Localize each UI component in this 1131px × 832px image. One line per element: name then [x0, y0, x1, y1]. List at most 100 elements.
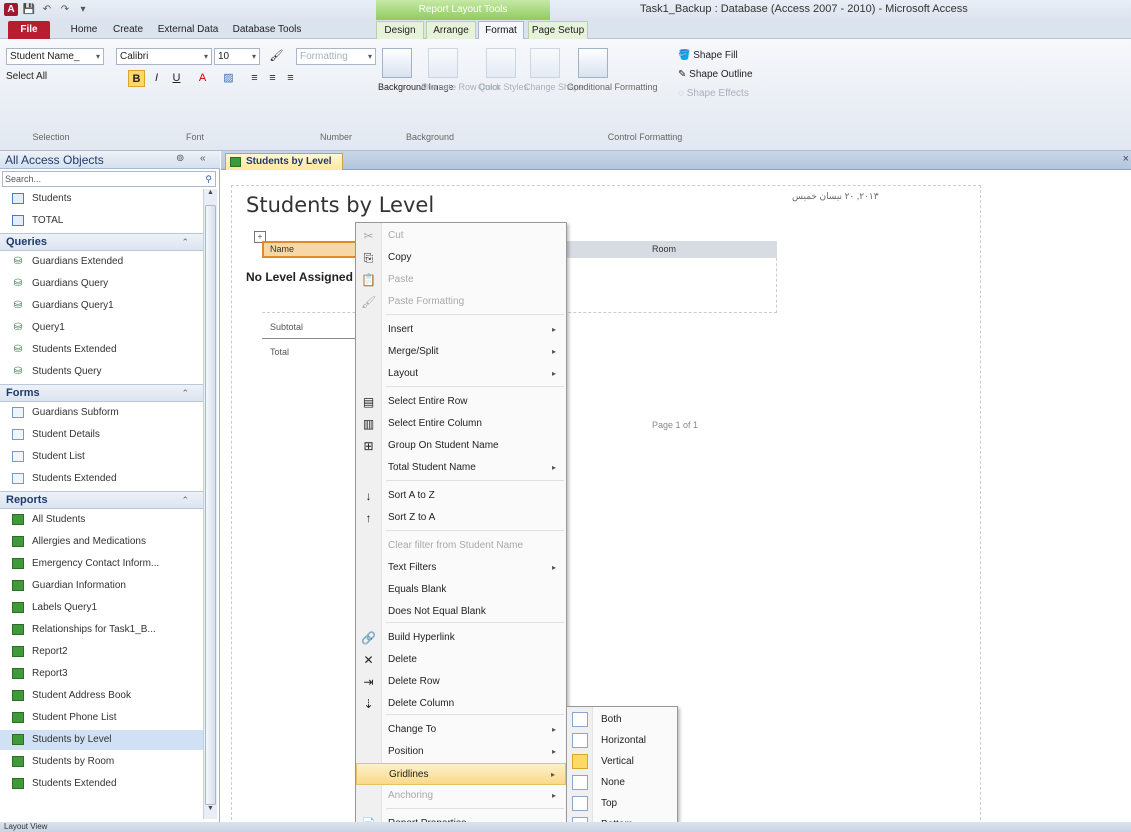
nav-item-query[interactable]: ⛁ Students Query — [0, 362, 203, 382]
quick-styles-label[interactable]: Quick Styles — [478, 82, 528, 92]
selection-combo[interactable]: Student Name_ ▾ — [6, 48, 104, 65]
total-label[interactable]: Total — [270, 347, 289, 357]
tab-format[interactable]: Format — [478, 21, 524, 39]
select-all-button[interactable]: Select All — [6, 71, 47, 82]
nav-item-form[interactable]: Student Details — [0, 425, 203, 445]
menu-item-layout[interactable]: Layout ▸ — [356, 363, 566, 385]
document-tab[interactable]: Students by Level — [225, 153, 343, 170]
gridlines-none-item[interactable]: None — [567, 772, 677, 793]
nav-search-input[interactable]: Search... ⚲ — [2, 171, 216, 187]
align-left-icon[interactable]: ≡ — [246, 70, 263, 87]
align-center-icon[interactable]: ≡ — [264, 70, 281, 87]
fill-color-icon[interactable]: ▨ — [220, 70, 237, 87]
align-right-icon[interactable]: ≡ — [282, 70, 299, 87]
menu-item-change-to[interactable]: Change To ▸ — [356, 719, 566, 741]
menu-item-sort-a-to-z[interactable]: ↓ Sort A to Z — [356, 485, 566, 507]
italic-button[interactable]: I — [148, 70, 165, 87]
nav-menu-icon[interactable]: ⊚ — [176, 153, 184, 164]
menu-item-anchoring[interactable]: Anchoring ▸ — [356, 785, 566, 807]
conditional-formatting-label[interactable]: Conditional Formatting — [567, 82, 658, 92]
tab-database-tools[interactable]: Database Tools — [226, 21, 308, 39]
nav-item-report-selected[interactable]: Students by Level — [0, 730, 203, 750]
format-painter-icon[interactable]: 🖌 — [268, 48, 285, 65]
nav-item-report[interactable]: All Students — [0, 510, 203, 530]
nav-item-query[interactable]: ⛁ Students Extended — [0, 340, 203, 360]
font-size-combo[interactable]: 10 ▾ — [214, 48, 260, 65]
nav-item-query[interactable]: ⛁ Guardians Extended — [0, 252, 203, 272]
subtotal-label[interactable]: Subtotal — [270, 322, 303, 332]
tab-design[interactable]: Design — [376, 21, 424, 39]
nav-section-queries[interactable]: Queries ⌃ — [0, 233, 203, 251]
nav-item-report[interactable]: Guardian Information — [0, 576, 203, 596]
tab-file[interactable]: File — [8, 21, 50, 39]
conditional-formatting-icon[interactable] — [578, 48, 608, 78]
menu-item-equals-blank[interactable]: Equals Blank — [356, 579, 566, 601]
scroll-down-icon[interactable]: ▼ — [205, 805, 216, 819]
shape-effects-button[interactable]: ◌ Shape Effects — [678, 88, 749, 99]
nav-pane-header[interactable]: All Access Objects ⊚ « — [0, 151, 220, 169]
menu-item-paste[interactable]: 📋 Paste — [356, 269, 566, 291]
menu-item-select-entire-column[interactable]: ▥ Select Entire Column — [356, 413, 566, 435]
tab-external-data[interactable]: External Data — [152, 21, 224, 39]
report-date[interactable]: ٢٠١٣, ٢٠ نيسان خميس — [792, 191, 879, 202]
nav-item-form[interactable]: Student List — [0, 447, 203, 467]
menu-item-position[interactable]: Position ▸ — [356, 741, 566, 763]
nav-item-report[interactable]: Student Phone List — [0, 708, 203, 728]
menu-item-sort-z-to-a[interactable]: ↑ Sort Z to A — [356, 507, 566, 529]
menu-item-group-on-student-name[interactable]: ⊞ Group On Student Name — [356, 435, 566, 457]
nav-item-report[interactable]: Report2 — [0, 642, 203, 662]
undo-icon[interactable]: ↶ — [40, 3, 54, 16]
redo-icon[interactable]: ↷ — [58, 3, 72, 16]
access-app-icon[interactable]: A — [4, 3, 18, 16]
gridlines-horizontal-item[interactable]: Horizontal — [567, 730, 677, 751]
tab-page-setup[interactable]: Page Setup — [528, 21, 588, 39]
nav-item-total-table[interactable]: TOTAL — [0, 211, 203, 231]
menu-item-text-filters[interactable]: Text Filters ▸ — [356, 557, 566, 579]
nav-section-reports[interactable]: Reports ⌃ — [0, 491, 203, 509]
nav-item-report[interactable]: Report3 — [0, 664, 203, 684]
alternate-row-color-icon[interactable] — [428, 48, 458, 78]
nav-item-report[interactable]: Students Extended — [0, 774, 203, 794]
nav-item-report[interactable]: Students by Room — [0, 752, 203, 772]
nav-item-query[interactable]: ⛁ Guardians Query1 — [0, 296, 203, 316]
tab-arrange[interactable]: Arrange — [426, 21, 476, 39]
nav-item-form[interactable]: Students Extended — [0, 469, 203, 489]
menu-item-total-student-name[interactable]: Total Student Name ▸ — [356, 457, 566, 479]
nav-item-report[interactable]: Labels Query1 — [0, 598, 203, 618]
menu-item-paste-formatting[interactable]: 🖌 Paste Formatting — [356, 291, 566, 313]
background-image-icon[interactable] — [382, 48, 412, 78]
menu-item-clear-filter-from-student-name[interactable]: Clear filter from Student Name — [356, 535, 566, 557]
menu-item-delete-row[interactable]: ⇥ Delete Row — [356, 671, 566, 693]
nav-item-report[interactable]: Relationships for Task1_B... — [0, 620, 203, 640]
menu-item-select-entire-row[interactable]: ▤ Select Entire Row — [356, 391, 566, 413]
change-shape-icon[interactable] — [530, 48, 560, 78]
scroll-up-icon[interactable]: ▲ — [205, 189, 216, 203]
shape-outline-button[interactable]: ✎ Shape Outline — [678, 69, 753, 80]
nav-item-students-table[interactable]: Students — [0, 189, 203, 209]
tab-create[interactable]: Create — [106, 21, 150, 39]
scrollbar-thumb[interactable] — [205, 205, 216, 805]
bold-button[interactable]: B — [128, 70, 145, 87]
close-document-icon[interactable]: × — [1123, 153, 1129, 165]
nav-section-forms[interactable]: Forms ⌃ — [0, 384, 203, 402]
search-icon[interactable]: ⚲ — [205, 172, 212, 186]
save-icon[interactable]: 💾 — [22, 3, 36, 16]
menu-item-merge-split[interactable]: Merge/Split ▸ — [356, 341, 566, 363]
font-color-icon[interactable]: A — [194, 70, 211, 87]
customize-qat-icon[interactable]: ▾ — [76, 3, 90, 16]
menu-item-cut[interactable]: ✂ Cut — [356, 225, 566, 247]
menu-item-build-hyperlink[interactable]: 🔗 Build Hyperlink — [356, 627, 566, 649]
nav-scrollbar[interactable]: ▲ ▼ — [203, 189, 217, 819]
shape-fill-button[interactable]: 🪣 Shape Fill — [678, 50, 738, 61]
quick-styles-icon[interactable] — [486, 48, 516, 78]
nav-item-form[interactable]: Guardians Subform — [0, 403, 203, 423]
menu-item-gridlines[interactable]: Gridlines ▸ — [356, 763, 566, 785]
page-number[interactable]: Page 1 of 1 — [652, 420, 698, 430]
gridlines-vertical-item[interactable]: Vertical — [567, 751, 677, 772]
gridlines-top-item[interactable]: Top — [567, 793, 677, 814]
nav-item-query[interactable]: ⛁ Guardians Query — [0, 274, 203, 294]
nav-item-report[interactable]: Allergies and Medications — [0, 532, 203, 552]
underline-button[interactable]: U — [168, 70, 185, 87]
nav-item-report[interactable]: Emergency Contact Inform... — [0, 554, 203, 574]
gridlines-both-item[interactable]: Both — [567, 709, 677, 730]
